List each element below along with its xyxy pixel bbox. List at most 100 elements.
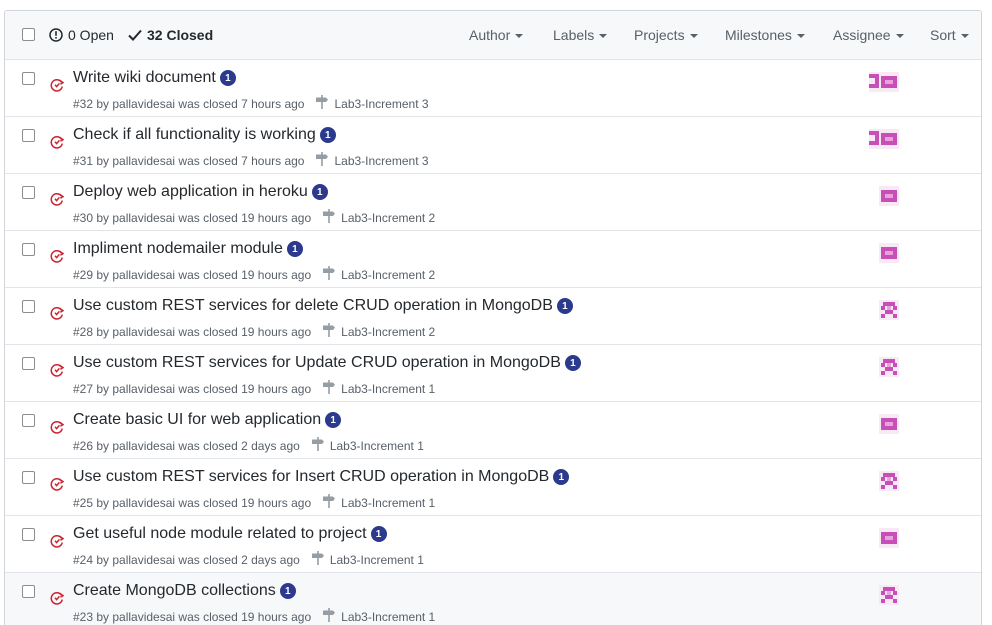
issue-title-link[interactable]: Get useful node module related to projec… bbox=[73, 525, 367, 543]
filter-milestones-label: Milestones bbox=[725, 27, 792, 43]
issue-milestone[interactable]: Lab3-Increment 3 bbox=[316, 95, 429, 112]
issue-title[interactable]: Create MongoDB collections 1 bbox=[73, 582, 296, 600]
milestone-icon bbox=[323, 494, 341, 511]
filter-author[interactable]: Author bbox=[469, 27, 524, 43]
select-all-checkbox[interactable] bbox=[22, 28, 35, 41]
issue-closed-icon bbox=[50, 249, 65, 268]
issue-meta: #23 by pallavidesai was closed 19 hours … bbox=[73, 608, 435, 625]
issue-milestone[interactable]: Lab3-Increment 2 bbox=[323, 209, 435, 226]
comment-count-badge[interactable]: 1 bbox=[286, 241, 303, 257]
issue-checkbox[interactable] bbox=[22, 585, 35, 598]
issue-milestone[interactable]: Lab3-Increment 1 bbox=[323, 380, 435, 397]
assignee-avatar[interactable] bbox=[879, 357, 899, 377]
issue-closed-icon bbox=[50, 420, 65, 439]
assignee-avatar[interactable] bbox=[879, 585, 899, 605]
filter-author-label: Author bbox=[469, 27, 511, 43]
milestone-label: Lab3-Increment 1 bbox=[341, 609, 436, 624]
issue-title[interactable]: Write wiki document 1 bbox=[73, 69, 236, 87]
assignee-avatar[interactable] bbox=[879, 300, 899, 320]
issue-checkbox[interactable] bbox=[22, 129, 35, 142]
assignee-avatar[interactable] bbox=[879, 72, 899, 92]
issue-checkbox[interactable] bbox=[22, 300, 35, 313]
issue-row[interactable]: Check if all functionality is working 1 … bbox=[5, 117, 981, 174]
comment-count-badge[interactable]: 1 bbox=[370, 526, 387, 542]
issue-meta-text: #23 by pallavidesai was closed 19 hours … bbox=[73, 609, 312, 624]
issue-meta-text: #32 by pallavidesai was closed 7 hours a… bbox=[73, 96, 305, 111]
issue-title[interactable]: Use custom REST services for Insert CRUD… bbox=[73, 468, 570, 486]
comment-count-badge[interactable]: 1 bbox=[553, 469, 570, 485]
comment-count-badge[interactable]: 1 bbox=[556, 298, 573, 314]
issue-meta: #26 by pallavidesai was closed 2 days ag… bbox=[73, 437, 424, 454]
milestone-label: Lab3-Increment 1 bbox=[341, 381, 436, 396]
issue-title-link[interactable]: Impliment nodemailer module bbox=[73, 240, 283, 258]
issue-title[interactable]: Check if all functionality is working 1 bbox=[73, 126, 336, 144]
filter-projects[interactable]: Projects bbox=[634, 27, 698, 43]
assignee-avatar[interactable] bbox=[879, 186, 899, 206]
issue-meta-text: #25 by pallavidesai was closed 19 hours … bbox=[73, 495, 312, 510]
issue-row[interactable]: Create MongoDB collections 1 #23 by pall… bbox=[5, 573, 981, 625]
issue-title-link[interactable]: Use custom REST services for Insert CRUD… bbox=[73, 468, 549, 486]
issue-row[interactable]: Use custom REST services for Insert CRUD… bbox=[5, 459, 981, 516]
issue-milestone[interactable]: Lab3-Increment 3 bbox=[316, 152, 429, 169]
filter-labels[interactable]: Labels bbox=[553, 27, 608, 43]
issue-opened-icon bbox=[49, 28, 63, 42]
check-icon bbox=[128, 29, 142, 41]
filter-milestones[interactable]: Milestones bbox=[725, 27, 805, 43]
issue-row[interactable]: Get useful node module related to projec… bbox=[5, 516, 981, 573]
issue-milestone[interactable]: Lab3-Increment 2 bbox=[323, 323, 435, 340]
assignee-avatar[interactable] bbox=[879, 528, 899, 548]
issue-title-link[interactable]: Use custom REST services for delete CRUD… bbox=[73, 297, 553, 315]
issue-title[interactable]: Use custom REST services for Update CRUD… bbox=[73, 354, 581, 372]
assignee-avatar[interactable] bbox=[879, 243, 899, 263]
issue-milestone[interactable]: Lab3-Increment 1 bbox=[323, 608, 435, 625]
closed-issues-toggle[interactable]: 32 Closed bbox=[128, 27, 213, 43]
issue-row[interactable]: Write wiki document 1 #32 by pallavidesa… bbox=[5, 60, 981, 117]
assignee-avatar[interactable] bbox=[879, 129, 899, 149]
issue-milestone[interactable]: Lab3-Increment 1 bbox=[311, 551, 424, 568]
issue-checkbox[interactable] bbox=[22, 528, 35, 541]
issue-checkbox[interactable] bbox=[22, 243, 35, 256]
issue-meta: #30 by pallavidesai was closed 19 hours … bbox=[73, 209, 435, 226]
assignee-avatar[interactable] bbox=[879, 414, 899, 434]
issue-checkbox[interactable] bbox=[22, 357, 35, 370]
filter-assignee-label: Assignee bbox=[833, 27, 891, 43]
issue-title-link[interactable]: Check if all functionality is working bbox=[73, 126, 316, 144]
issue-row[interactable]: Deploy web application in heroku 1 #30 b… bbox=[5, 174, 981, 231]
filter-labels-label: Labels bbox=[553, 27, 595, 43]
issue-checkbox[interactable] bbox=[22, 186, 35, 199]
issue-milestone[interactable]: Lab3-Increment 1 bbox=[323, 494, 435, 511]
issue-row[interactable]: Use custom REST services for delete CRUD… bbox=[5, 288, 981, 345]
issue-milestone[interactable]: Lab3-Increment 1 bbox=[311, 437, 424, 454]
issue-checkbox[interactable] bbox=[22, 414, 35, 427]
comment-count-badge[interactable]: 1 bbox=[219, 70, 236, 86]
comment-count-badge[interactable]: 1 bbox=[319, 127, 336, 143]
issue-title[interactable]: Deploy web application in heroku 1 bbox=[73, 183, 328, 201]
comment-count-badge[interactable]: 1 bbox=[311, 184, 328, 200]
comment-count-badge[interactable]: 1 bbox=[279, 583, 296, 599]
issue-row[interactable]: Create basic UI for web application 1 #2… bbox=[5, 402, 981, 459]
issue-title-link[interactable]: Use custom REST services for Update CRUD… bbox=[73, 354, 561, 372]
issue-meta-text: #29 by pallavidesai was closed 19 hours … bbox=[73, 267, 312, 282]
comment-count-badge[interactable]: 1 bbox=[564, 355, 581, 371]
comment-count-badge[interactable]: 1 bbox=[325, 412, 342, 428]
filter-assignee[interactable]: Assignee bbox=[833, 27, 904, 43]
issue-milestone[interactable]: Lab3-Increment 2 bbox=[323, 266, 435, 283]
assignee-avatar[interactable] bbox=[879, 471, 899, 491]
issue-rows: Write wiki document 1 #32 by pallavidesa… bbox=[5, 60, 981, 625]
issue-checkbox[interactable] bbox=[22, 72, 35, 85]
issue-title[interactable]: Impliment nodemailer module 1 bbox=[73, 240, 303, 258]
issue-title[interactable]: Create basic UI for web application 1 bbox=[73, 411, 342, 429]
issue-title[interactable]: Use custom REST services for delete CRUD… bbox=[73, 297, 573, 315]
issue-checkbox[interactable] bbox=[22, 471, 35, 484]
issue-row[interactable]: Use custom REST services for Update CRUD… bbox=[5, 345, 981, 402]
milestone-icon bbox=[311, 437, 330, 454]
issue-row[interactable]: Impliment nodemailer module 1 #29 by pal… bbox=[5, 231, 981, 288]
open-issues-toggle[interactable]: 0 Open bbox=[49, 27, 114, 43]
milestone-icon bbox=[323, 266, 341, 283]
issue-title-link[interactable]: Create basic UI for web application bbox=[73, 411, 321, 429]
sort-menu[interactable]: Sort bbox=[930, 27, 969, 43]
issue-title-link[interactable]: Create MongoDB collections bbox=[73, 582, 276, 600]
issue-title[interactable]: Get useful node module related to projec… bbox=[73, 525, 387, 543]
issue-title-link[interactable]: Write wiki document bbox=[73, 69, 216, 87]
issue-title-link[interactable]: Deploy web application in heroku bbox=[73, 183, 308, 201]
